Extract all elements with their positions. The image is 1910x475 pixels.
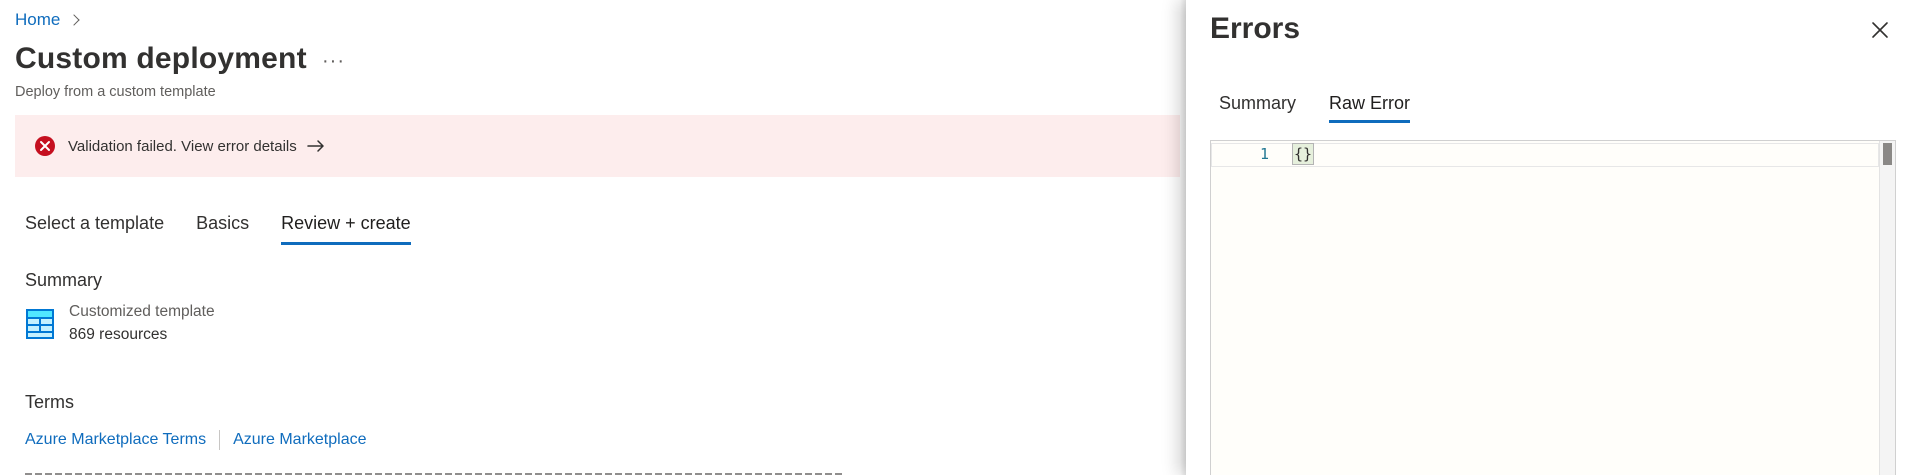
validation-alert[interactable]: Validation failed. View error details [15, 115, 1180, 177]
terms-heading: Terms [25, 392, 74, 412]
errors-panel: Errors Summary Raw Error 1 {} [1186, 0, 1910, 475]
page-title: Custom deployment [15, 42, 307, 75]
errors-tabs: Summary Raw Error [1219, 93, 1443, 123]
tab-basics[interactable]: Basics [196, 213, 249, 245]
tab-raw-error[interactable]: Raw Error [1329, 93, 1411, 123]
link-divider [219, 430, 221, 450]
editor-scrollbar[interactable] [1879, 141, 1895, 475]
deployment-blade: Home Custom deployment ··· Deploy from a… [0, 0, 1180, 475]
alert-message: Validation failed. View error details [68, 137, 297, 155]
tab-summary[interactable]: Summary [1219, 93, 1296, 123]
template-icon [26, 309, 54, 339]
tab-select-template[interactable]: Select a template [25, 213, 164, 245]
marketplace-terms-link[interactable]: Azure Marketplace Terms [25, 431, 206, 449]
summary-heading: Summary [25, 270, 103, 290]
breadcrumb-home-link[interactable]: Home [15, 10, 60, 30]
marketplace-link[interactable]: Azure Marketplace [233, 431, 366, 449]
wizard-steps: Select a template Basics Review + create [25, 213, 443, 245]
raw-error-editor[interactable]: 1 {} [1210, 140, 1896, 475]
page-subtitle: Deploy from a custom template [15, 84, 216, 100]
summary-item: Customized template 869 resources [25, 303, 215, 344]
code-text: {} [1291, 143, 1315, 165]
arrow-right-icon [307, 140, 324, 152]
scrollbar-thumb[interactable] [1883, 143, 1892, 165]
breadcrumb: Home [15, 10, 81, 30]
errors-panel-title: Errors [1210, 12, 1301, 45]
clipped-text-line [25, 469, 845, 475]
terms-links: Azure Marketplace Terms Azure Marketplac… [25, 430, 367, 450]
resource-count: 869 resources [69, 326, 168, 343]
more-icon[interactable]: ··· [322, 50, 345, 73]
code-line[interactable]: {} [1291, 143, 1315, 165]
close-icon[interactable] [1870, 20, 1890, 40]
tab-review-create[interactable]: Review + create [281, 213, 411, 245]
page: Home Custom deployment ··· Deploy from a… [0, 0, 1910, 475]
chevron-right-icon [68, 14, 81, 26]
line-number: 1 [1259, 145, 1269, 163]
error-icon [35, 136, 55, 156]
template-name: Customized template [69, 303, 215, 320]
